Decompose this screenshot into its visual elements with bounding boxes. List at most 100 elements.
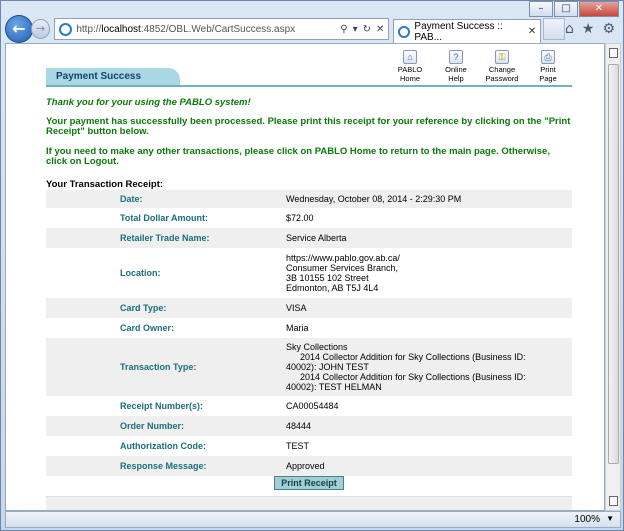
receipt-heading: Your Transaction Receipt: bbox=[46, 179, 164, 190]
print-page-label-1: Print bbox=[540, 65, 556, 74]
pablo-home-label-2: Home bbox=[399, 74, 420, 83]
receipt-row-amount: Total Dollar Amount: $72.00 bbox=[46, 208, 572, 228]
receipt-row-response: Response Message: Approved bbox=[46, 456, 572, 476]
change-password-label-2: Password bbox=[485, 74, 519, 83]
receipt-row-order-number: Order Number: 48444 bbox=[46, 416, 572, 436]
location-line-1: https://www.pablo.gov.ab.ca/ bbox=[286, 253, 400, 263]
scroll-thumb[interactable] bbox=[608, 64, 619, 464]
pablo-home-label-1: PABLO bbox=[397, 65, 423, 74]
receipt-row-card-type: Card Type: VISA bbox=[46, 298, 572, 318]
page-title: Payment Success bbox=[46, 68, 180, 86]
thanks-message: Thank you for your using the PABLO syste… bbox=[46, 97, 251, 108]
change-password-label-1: Change bbox=[488, 65, 516, 74]
receipt-row-location: Location: https://www.pablo.gov.ab.ca/ C… bbox=[46, 248, 572, 298]
retailer-label: Retailer Trade Name: bbox=[120, 233, 210, 243]
print-page-label-2: Page bbox=[539, 74, 557, 83]
receipt-row-card-owner: Card Owner: Maria bbox=[46, 318, 572, 338]
address-bar[interactable]: http://localhost:4852/OBL.Web/CartSucces… bbox=[54, 18, 390, 40]
response-value: Approved bbox=[286, 461, 325, 471]
location-label: Location: bbox=[120, 268, 161, 278]
settings-gear-icon[interactable]: ⚙ bbox=[602, 21, 615, 37]
tab-close-icon[interactable]: ✕ bbox=[528, 26, 536, 37]
receipt-number-value: CA00054484 bbox=[286, 401, 339, 411]
online-help-label-1: Online bbox=[445, 65, 467, 74]
receipt-row-transaction-type: Transaction Type: Sky Collections 2014 C… bbox=[46, 338, 572, 396]
success-message: Your payment has successfully been proce… bbox=[46, 116, 571, 137]
amount-value: $72.00 bbox=[286, 213, 314, 223]
tab-title: Payment Success :: PAB... bbox=[414, 20, 503, 43]
browser-tab[interactable]: Payment Success :: PAB... ✕ bbox=[393, 19, 542, 43]
home-browser-icon[interactable]: ⌂ bbox=[565, 21, 574, 37]
ie-page-icon bbox=[59, 22, 73, 36]
home-icon: ⌂ bbox=[403, 50, 417, 64]
help-icon: ? bbox=[449, 50, 463, 64]
transaction-line-5: 40002): TEST HELMAN bbox=[286, 382, 382, 392]
location-value: https://www.pablo.gov.ab.ca/ Consumer Se… bbox=[286, 248, 572, 298]
search-icon[interactable]: ⚲ bbox=[340, 24, 347, 35]
browser-toolbar: ← → http://localhost:4852/OBL.Web/CartSu… bbox=[5, 15, 619, 43]
instructions-message: If you need to make any other transactio… bbox=[46, 146, 550, 167]
zoom-level[interactable]: 100% bbox=[574, 514, 600, 525]
receipt-row-retailer: Retailer Trade Name: Service Alberta bbox=[46, 228, 572, 248]
location-line-2: Consumer Services Branch, bbox=[286, 263, 399, 273]
dropdown-icon[interactable]: ▾ bbox=[353, 24, 358, 35]
scroll-up-arrow[interactable] bbox=[609, 48, 618, 58]
tab-ie-icon bbox=[398, 25, 411, 38]
key-icon: ⚿ bbox=[495, 50, 509, 64]
forward-button[interactable]: → bbox=[30, 19, 51, 39]
authorization-value: TEST bbox=[286, 441, 310, 451]
address-tools: ⚲ ▾ ↻ ✕ bbox=[340, 24, 388, 35]
transaction-type-label: Transaction Type: bbox=[120, 362, 197, 372]
transaction-line-3: 40002): JOHN TEST bbox=[286, 362, 369, 372]
url-prefix: http:// bbox=[76, 23, 102, 35]
top-nav: ⌂ PABLO Home ? Online Help ⚿ Change Pass… bbox=[390, 50, 568, 83]
location-line-3: 3B 10155 102 Street bbox=[286, 273, 369, 283]
new-tab-button[interactable] bbox=[543, 18, 565, 40]
authorization-label: Authorization Code: bbox=[120, 441, 206, 451]
print-page-link[interactable]: ⎙ Print Page bbox=[528, 50, 568, 83]
title-divider bbox=[46, 85, 572, 87]
card-type-value: VISA bbox=[286, 303, 307, 313]
receipt-row-receipt-number: Receipt Number(s): CA00054484 bbox=[46, 396, 572, 416]
card-type-label: Card Type: bbox=[120, 303, 167, 313]
print-receipt-button[interactable]: Print Receipt bbox=[274, 476, 344, 490]
receipt-table: Date: Wednesday, October 08, 2014 - 2:29… bbox=[46, 190, 572, 476]
location-line-4: Edmonton, AB T5J 4L4 bbox=[286, 283, 379, 293]
transaction-type-value: Sky Collections 2014 Collector Addition … bbox=[286, 338, 572, 396]
favorites-star-icon[interactable]: ★ bbox=[582, 21, 595, 37]
retailer-value: Service Alberta bbox=[286, 233, 347, 243]
order-number-label: Order Number: bbox=[120, 421, 185, 431]
url-host: localhost bbox=[101, 23, 141, 35]
amount-label: Total Dollar Amount: bbox=[120, 213, 208, 223]
page-content: ⌂ PABLO Home ? Online Help ⚿ Change Pass… bbox=[46, 44, 572, 510]
online-help-link[interactable]: ? Online Help bbox=[436, 50, 476, 83]
stop-icon[interactable]: ✕ bbox=[376, 24, 384, 35]
online-help-label-2: Help bbox=[448, 74, 464, 83]
refresh-icon[interactable]: ↻ bbox=[363, 24, 371, 35]
transaction-line-4: 2014 Collector Addition for Sky Collecti… bbox=[300, 372, 526, 382]
footer-band bbox=[46, 496, 572, 510]
url-path: :4852/OBL.Web/CartSuccess.aspx bbox=[140, 23, 296, 35]
pablo-home-link[interactable]: ⌂ PABLO Home bbox=[390, 50, 430, 83]
receipt-row-authorization: Authorization Code: TEST bbox=[46, 436, 572, 456]
transaction-line-1: Sky Collections bbox=[286, 342, 348, 352]
card-owner-label: Card Owner: bbox=[120, 323, 175, 333]
receipt-row-date: Date: Wednesday, October 08, 2014 - 2:29… bbox=[46, 190, 572, 208]
scroll-down-arrow[interactable] bbox=[609, 496, 618, 506]
order-number-value: 48444 bbox=[286, 421, 312, 431]
transaction-line-2: 2014 Collector Addition for Sky Collecti… bbox=[300, 352, 526, 362]
response-label: Response Message: bbox=[120, 461, 207, 471]
vertical-scrollbar[interactable] bbox=[605, 43, 621, 511]
page-viewport: ⌂ PABLO Home ? Online Help ⚿ Change Pass… bbox=[5, 43, 605, 511]
back-button[interactable]: ← bbox=[5, 15, 33, 43]
print-button-row: Print Receipt bbox=[46, 476, 572, 490]
date-value: Wednesday, October 08, 2014 - 2:29:30 PM bbox=[286, 194, 462, 204]
date-label: Date: bbox=[120, 194, 143, 204]
card-owner-value: Maria bbox=[286, 323, 309, 333]
status-bar: 100% ▼ bbox=[5, 511, 621, 528]
zoom-dropdown-icon[interactable]: ▼ bbox=[606, 514, 614, 523]
receipt-number-label: Receipt Number(s): bbox=[120, 401, 204, 411]
browser-icons: ⌂ ★ ⚙ bbox=[565, 21, 619, 37]
print-icon: ⎙ bbox=[541, 50, 555, 64]
change-password-link[interactable]: ⚿ Change Password bbox=[482, 50, 522, 83]
